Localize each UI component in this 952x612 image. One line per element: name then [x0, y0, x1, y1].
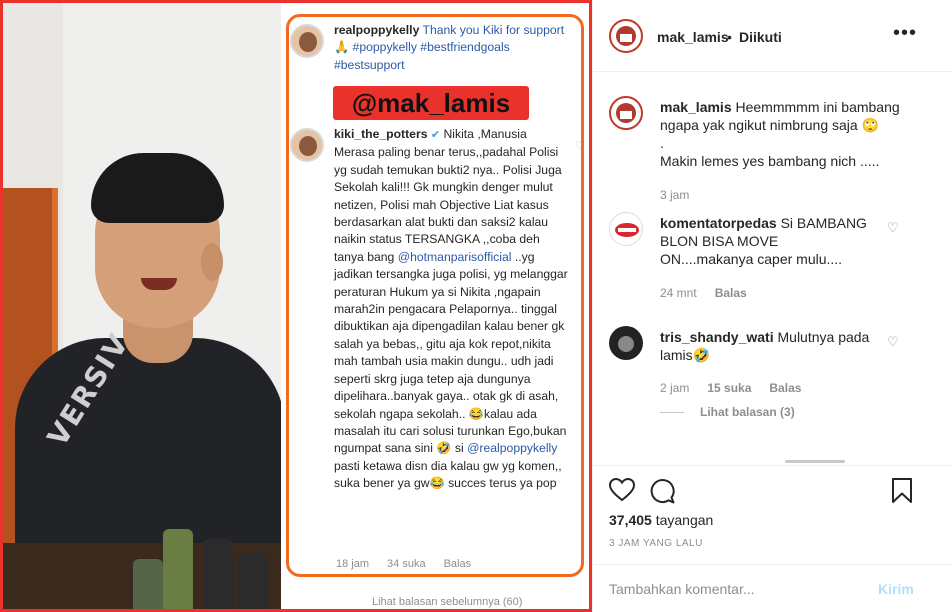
- comment-time[interactable]: 3 jam: [660, 188, 689, 202]
- heart-icon[interactable]: [609, 478, 635, 502]
- comment-like-heart-icon[interactable]: ♡: [887, 220, 899, 236]
- add-comment-bar: Kirim: [593, 564, 952, 612]
- post-media[interactable]: VERSIV realpoppykelly Thank you Kiki for…: [0, 0, 592, 612]
- comment-likes[interactable]: 15 suka: [707, 381, 751, 395]
- commenter-avatar[interactable]: [609, 326, 643, 360]
- reply-button[interactable]: Balas: [715, 286, 747, 300]
- comment-text: .: [660, 135, 664, 151]
- comment-time[interactable]: 2 jam: [660, 381, 689, 395]
- comment-meta: 3 jam: [660, 188, 707, 202]
- replies-line: [660, 412, 684, 414]
- view-replies-label: Lihat balasan (3): [700, 405, 795, 419]
- comment-time[interactable]: 24 mnt: [660, 286, 697, 300]
- comment-like-heart-icon[interactable]: ♡: [887, 334, 899, 350]
- add-comment-input[interactable]: [609, 581, 869, 597]
- comment-body: komentatorpedas Si BAMBANG BLON BISA MOV…: [660, 214, 870, 268]
- view-replies-button[interactable]: Lihat balasan (3): [660, 405, 795, 419]
- view-count-label: tayangan: [651, 512, 714, 528]
- post-actions: 37,405 tayangan 3 JAM YANG LALU Kirim: [593, 465, 952, 612]
- comment-meta: 24 mnt Balas: [660, 286, 765, 300]
- header-separator: •: [727, 29, 732, 45]
- comment-icon[interactable]: [649, 478, 675, 504]
- comment-text: Makin lemes yes bambang nich .....: [660, 153, 880, 169]
- reply-button[interactable]: Balas: [769, 381, 801, 395]
- comment-username[interactable]: komentatorpedas: [660, 215, 777, 231]
- bookmark-icon[interactable]: [891, 478, 913, 504]
- author-avatar[interactable]: [609, 19, 643, 53]
- post-date[interactable]: 3 JAM YANG LALU: [609, 538, 703, 549]
- comment-username[interactable]: mak_lamis: [660, 99, 732, 115]
- author-username[interactable]: mak_lamis: [657, 29, 729, 45]
- comment-meta: 2 jam 15 suka Balas: [660, 381, 819, 395]
- view-count[interactable]: 37,405 tayangan: [609, 512, 713, 528]
- follow-status-button[interactable]: Diikuti: [739, 29, 782, 45]
- post-header: mak_lamis • Diikuti •••: [593, 0, 952, 72]
- media-border: [0, 0, 592, 612]
- post-panel: mak_lamis • Diikuti ••• mak_lamis Heemmm…: [592, 0, 952, 612]
- commenter-avatar[interactable]: [609, 212, 643, 246]
- submit-comment-button[interactable]: Kirim: [878, 581, 914, 597]
- caption-body: mak_lamis Heemmmmm ini bambang ngapa yak…: [660, 98, 900, 170]
- comments-scrollbar[interactable]: [785, 460, 845, 463]
- author-avatar[interactable]: [609, 96, 643, 130]
- view-count-number: 37,405: [609, 512, 652, 528]
- comment-body: tris_shandy_wati Mulutnya pada lamis🤣: [660, 328, 870, 364]
- comment-username[interactable]: tris_shandy_wati: [660, 329, 774, 345]
- more-options-icon[interactable]: •••: [893, 22, 917, 45]
